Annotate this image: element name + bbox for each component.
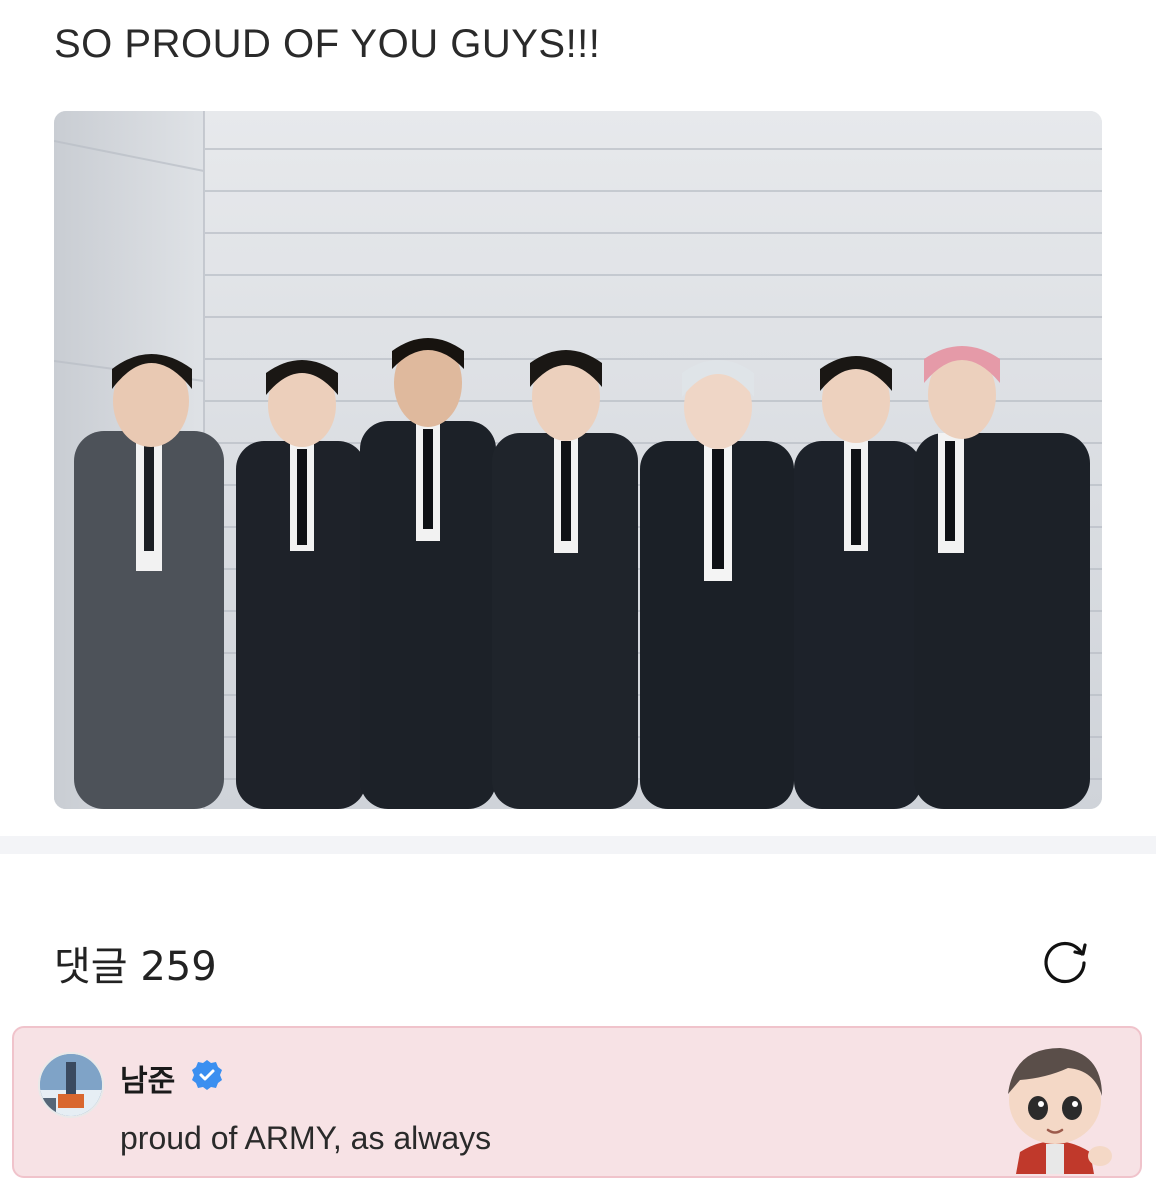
comment-body: proud of ARMY, as always [120, 1120, 492, 1156]
comments-label: 댓글 [54, 944, 128, 990]
group-photo[interactable] [54, 111, 1102, 809]
post-text: SO PROUD OF YOU GUYS!!! [54, 22, 601, 66]
comments-header: 댓글 259 [54, 934, 217, 992]
comments-count: 259 [140, 944, 217, 990]
highlighted-comment[interactable]: 남준 proud of ARMY, as always [12, 1026, 1142, 1178]
avatar[interactable] [38, 1052, 104, 1118]
section-divider [0, 836, 1156, 854]
comment-author[interactable]: 남준 [120, 1056, 175, 1100]
verified-badge-icon [190, 1058, 224, 1092]
refresh-icon[interactable] [1038, 932, 1092, 986]
character-sticker [990, 1034, 1120, 1174]
